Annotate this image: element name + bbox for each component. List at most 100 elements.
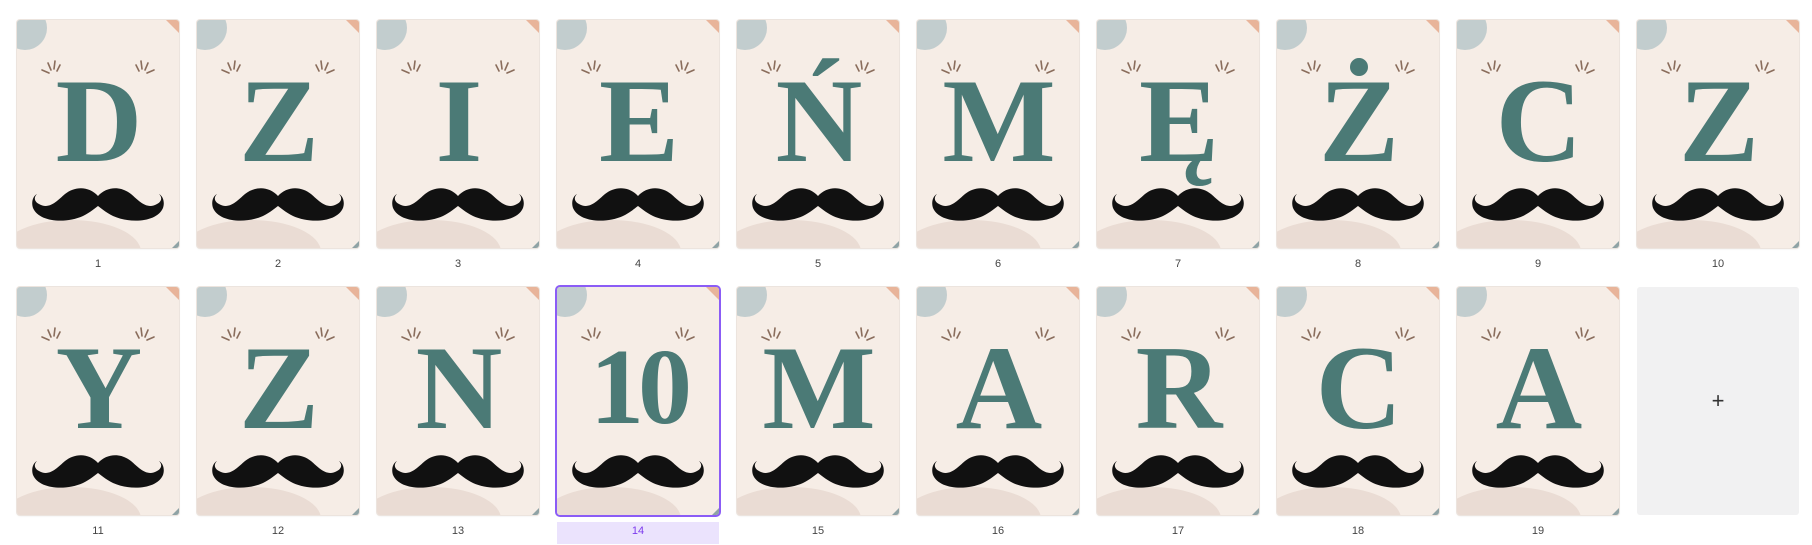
page-card[interactable]: N — [377, 287, 539, 515]
corner-triangle-decoration — [706, 20, 719, 33]
mustache-icon — [752, 455, 884, 488]
corner-fold-decoration — [172, 241, 179, 248]
page-card[interactable]: M — [737, 287, 899, 515]
page-letter: Z — [238, 54, 319, 187]
page-letter: Z — [238, 321, 319, 454]
page-letter: I — [435, 54, 483, 187]
corner-circle-decoration — [1457, 20, 1487, 50]
page-number: 4 — [634, 258, 642, 270]
corner-circle-decoration — [17, 287, 47, 317]
page-number: 11 — [92, 525, 104, 537]
page-card[interactable]: Z — [197, 287, 359, 515]
corner-fold-decoration — [1072, 508, 1079, 515]
corner-circle-decoration — [737, 287, 767, 317]
add-page-cell: + — [1637, 287, 1799, 544]
corner-circle-decoration — [557, 20, 587, 50]
page-thumbnail: Ż 8 — [1277, 20, 1439, 271]
corner-fold-decoration — [712, 508, 719, 515]
page-card[interactable]: I — [377, 20, 539, 248]
corner-triangle-decoration — [526, 287, 539, 300]
page-letter: Ę — [1138, 54, 1219, 187]
corner-circle-decoration — [377, 287, 407, 317]
corner-triangle-decoration — [1066, 20, 1079, 33]
page-letter: C — [1495, 54, 1583, 187]
page-card[interactable]: 10 — [557, 287, 719, 515]
page-card[interactable]: Ż — [1277, 20, 1439, 248]
corner-circle-decoration — [1457, 287, 1487, 317]
corner-fold-decoration — [1072, 241, 1079, 248]
corner-triangle-decoration — [886, 20, 899, 33]
page-thumbnail: R 17 — [1097, 287, 1259, 544]
page-number: 15 — [811, 525, 825, 537]
page-card[interactable]: A — [917, 287, 1079, 515]
page-number: 10 — [1711, 258, 1725, 270]
page-card[interactable]: R — [1097, 287, 1259, 515]
page-card[interactable]: D — [17, 20, 179, 248]
page-letter: N — [415, 321, 503, 454]
page-thumbnail: C 18 — [1277, 287, 1439, 544]
mustache-icon — [752, 188, 884, 221]
corner-fold-decoration — [892, 508, 899, 515]
mustache-icon — [1472, 455, 1604, 488]
corner-triangle-decoration — [346, 20, 359, 33]
page-card[interactable]: Y — [17, 287, 179, 515]
page-card[interactable]: Z — [197, 20, 359, 248]
corner-fold-decoration — [1612, 508, 1619, 515]
page-letter: Y — [55, 321, 143, 454]
corner-circle-decoration — [737, 20, 767, 50]
corner-fold-decoration — [352, 508, 359, 515]
corner-fold-decoration — [1252, 241, 1259, 248]
plus-icon: + — [1711, 388, 1725, 413]
page-card[interactable]: Ń — [737, 20, 899, 248]
page-thumbnail: A 16 — [917, 287, 1079, 544]
corner-fold-decoration — [1432, 508, 1439, 515]
page-thumbnail: I 3 — [377, 20, 539, 271]
page-thumbnail: N 13 — [377, 287, 539, 544]
page-number: 5 — [814, 258, 822, 270]
corner-fold-decoration — [1792, 241, 1799, 248]
page-card[interactable]: Z — [1637, 20, 1799, 248]
mustache-icon — [212, 455, 344, 488]
page-card[interactable]: Ę — [1097, 20, 1259, 248]
mustache-icon — [1292, 455, 1424, 488]
add-page-button[interactable]: + — [1637, 287, 1799, 515]
page-card[interactable]: M — [917, 20, 1079, 248]
page-letter: C — [1315, 321, 1403, 454]
page-card[interactable]: A — [1457, 287, 1619, 515]
corner-triangle-decoration — [1606, 20, 1619, 33]
corner-triangle-decoration — [166, 287, 179, 300]
corner-triangle-decoration — [1246, 287, 1259, 300]
corner-fold-decoration — [352, 241, 359, 248]
page-number: 2 — [274, 258, 282, 270]
page-letter: D — [55, 54, 143, 187]
page-number: 13 — [451, 525, 465, 537]
corner-circle-decoration — [17, 20, 47, 50]
page-letter: A — [955, 321, 1043, 454]
mustache-icon — [392, 188, 524, 221]
corner-fold-decoration — [1432, 241, 1439, 248]
corner-triangle-decoration — [1066, 287, 1079, 300]
corner-circle-decoration — [917, 20, 947, 50]
corner-circle-decoration — [197, 20, 227, 50]
mustache-icon — [212, 188, 344, 221]
corner-circle-decoration — [917, 287, 947, 317]
page-number: 19 — [1531, 525, 1545, 537]
page-letter: E — [598, 54, 679, 187]
page-number: 8 — [1354, 258, 1362, 270]
mustache-icon — [1472, 188, 1604, 221]
page-card[interactable]: C — [1457, 20, 1619, 248]
page-number: 18 — [1351, 525, 1365, 537]
page-number: 1 — [94, 258, 102, 270]
corner-triangle-decoration — [706, 287, 719, 300]
corner-circle-decoration — [1277, 287, 1307, 317]
mustache-icon — [32, 188, 164, 221]
mustache-icon — [932, 188, 1064, 221]
mustache-icon — [1652, 188, 1784, 221]
page-card[interactable]: C — [1277, 287, 1439, 515]
mustache-icon — [572, 455, 704, 488]
page-letter: 10 — [590, 328, 692, 447]
page-card[interactable]: E — [557, 20, 719, 248]
corner-triangle-decoration — [166, 20, 179, 33]
page-letter: R — [1135, 321, 1223, 454]
corner-circle-decoration — [197, 287, 227, 317]
